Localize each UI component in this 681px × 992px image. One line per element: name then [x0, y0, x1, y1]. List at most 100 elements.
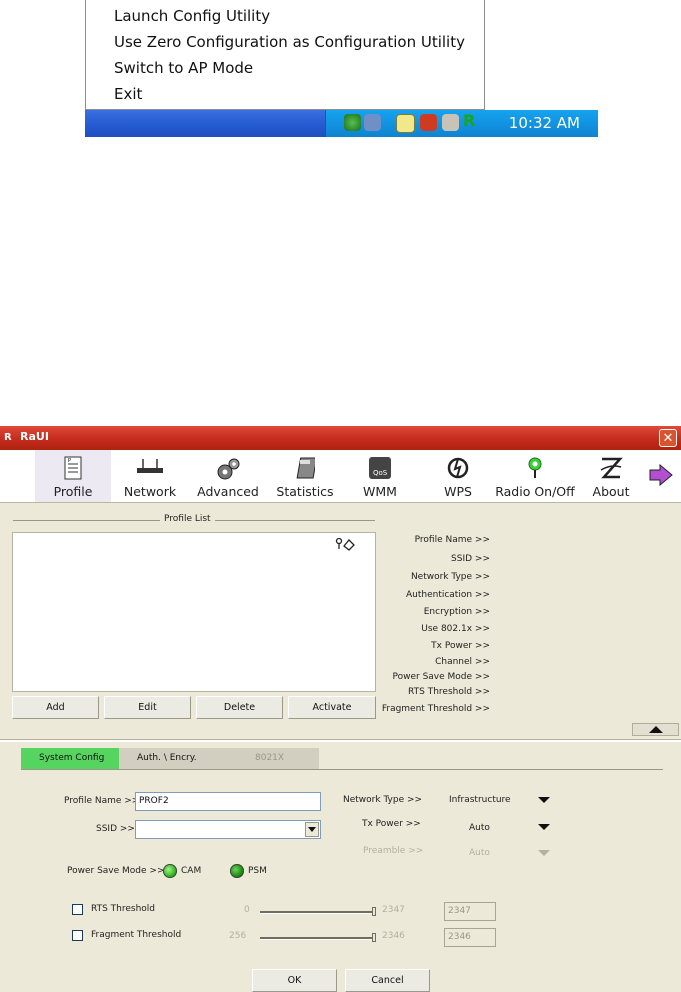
power-save-mode-label: Power Save Mode >> — [67, 866, 165, 876]
ralink-icon[interactable]: R — [463, 113, 480, 130]
fragment-threshold-checkbox[interactable] — [72, 930, 83, 941]
title-bar[interactable]: R RaUI ✕ — [0, 426, 681, 450]
network-type-label: Network Type >> — [343, 795, 423, 805]
ssid-combobox[interactable] — [135, 820, 321, 839]
tab-radio[interactable]: Radio On/Off — [495, 450, 575, 502]
tx-power-value[interactable]: Auto — [469, 823, 490, 833]
radio-psm[interactable] — [230, 864, 244, 878]
profile-name-field[interactable]: PROF2 — [135, 792, 321, 811]
radio-cam-label: CAM — [181, 866, 202, 876]
tab-advanced[interactable]: Advanced — [195, 450, 261, 502]
collapse-button[interactable] — [632, 723, 679, 736]
svg-text:P: P — [68, 458, 71, 464]
delete-button[interactable]: Delete — [196, 696, 283, 719]
tab-wps-label: WPS — [444, 484, 472, 499]
rts-value-field[interactable]: 2347 — [444, 902, 496, 921]
network-icon[interactable] — [344, 114, 361, 131]
arrow-right-icon — [649, 464, 673, 486]
tab-auth-encry[interactable]: Auth. \ Encry. — [119, 748, 219, 769]
profile-status-icon — [335, 537, 355, 551]
tab-statistics-label: Statistics — [276, 484, 334, 499]
profile-icon: P — [64, 456, 82, 480]
rts-threshold-checkbox[interactable] — [72, 904, 83, 915]
radio-psm-label: PSM — [248, 866, 267, 876]
display-icon[interactable] — [364, 114, 381, 131]
info-rts-threshold: RTS Threshold >> — [408, 687, 490, 697]
tab-underline — [21, 769, 663, 770]
menu-item-exit[interactable]: Exit — [114, 85, 142, 103]
tab-about-label: About — [592, 484, 630, 499]
profile-name-label: Profile Name >> — [64, 796, 140, 806]
profile-list[interactable] — [12, 532, 376, 692]
info-encryption: Encryption >> — [423, 607, 490, 617]
info-profile-name: Profile Name >> — [414, 535, 490, 545]
speaker-icon[interactable] — [420, 114, 437, 131]
radio-cam[interactable] — [163, 864, 177, 878]
calculator-icon — [296, 457, 315, 479]
info-authentication: Authentication >> — [405, 590, 490, 600]
profile-list-title: Profile List — [160, 514, 215, 524]
rts-max: 2347 — [382, 905, 405, 915]
tx-power-dropdown-icon[interactable] — [538, 824, 550, 830]
tab-wps[interactable]: WPS — [428, 450, 488, 502]
preamble-value: Auto — [469, 848, 490, 858]
menu-item-launch-config[interactable]: Launch Config Utility — [114, 7, 270, 25]
rts-min: 0 — [244, 905, 250, 915]
rts-threshold-label: RTS Threshold — [91, 904, 156, 914]
wps-icon — [447, 457, 469, 479]
shield-icon[interactable] — [396, 114, 415, 133]
about-icon — [600, 457, 623, 479]
radio-antenna-icon — [528, 457, 542, 478]
preamble-dropdown-icon — [538, 850, 550, 856]
svg-text:QoS: QoS — [373, 469, 388, 477]
fragment-min: 256 — [229, 931, 247, 941]
tab-network[interactable]: Network — [118, 450, 182, 502]
add-button[interactable]: Add — [12, 696, 99, 719]
next-arrow-button[interactable] — [646, 450, 676, 502]
info-power-save-mode: Power Save Mode >> — [392, 672, 491, 682]
tab-profile-label: Profile — [53, 484, 93, 499]
tray-screenshot: R 10:32 AM Launch Config Utility Use Zer… — [85, 0, 598, 137]
section-divider — [0, 739, 681, 742]
tab-system-config[interactable]: System Config — [21, 748, 119, 769]
info-tx-power: Tx Power >> — [431, 641, 490, 651]
router-icon — [137, 459, 163, 473]
tab-profile[interactable]: P Profile — [35, 450, 111, 502]
activate-button[interactable]: Activate — [288, 696, 376, 719]
tx-power-label: Tx Power >> — [362, 819, 421, 829]
clock: 10:32 AM — [508, 114, 580, 132]
info-network-type: Network Type >> — [410, 572, 490, 582]
fragment-slider-track[interactable] — [260, 937, 374, 940]
ssid-label: SSID >> — [96, 824, 135, 834]
app-logo-icon: R — [4, 432, 12, 443]
ok-button[interactable]: OK — [252, 969, 337, 992]
menu-item-zero-config[interactable]: Use Zero Configuration as Configuration … — [114, 33, 465, 51]
chevron-down-icon — [308, 827, 316, 832]
network-type-dropdown-icon[interactable] — [538, 797, 550, 803]
fragment-max: 2346 — [382, 931, 405, 941]
tool-icon[interactable] — [442, 114, 459, 131]
taskbar — [85, 110, 328, 137]
info-fragment-threshold: Fragment Threshold >> — [381, 704, 490, 714]
cancel-button[interactable]: Cancel — [345, 969, 430, 992]
ssid-dropdown-button[interactable] — [305, 822, 319, 837]
tab-statistics[interactable]: Statistics — [273, 450, 337, 502]
fragment-slider-thumb[interactable] — [372, 933, 376, 942]
tab-about[interactable]: About — [584, 450, 638, 502]
menu-item-ap-mode[interactable]: Switch to AP Mode — [114, 59, 253, 77]
tab-wmm[interactable]: QoS WMM — [350, 450, 410, 502]
edit-button[interactable]: Edit — [104, 696, 191, 719]
info-channel: Channel >> — [435, 657, 490, 667]
preamble-label: Preamble >> — [363, 846, 424, 856]
toolbar: P Profile Network Advanced Statistics Qo… — [0, 450, 681, 503]
info-use-8021x: Use 802.1x >> — [421, 624, 490, 634]
rts-slider-thumb[interactable] — [372, 907, 376, 916]
qos-icon: QoS — [369, 457, 391, 479]
fragment-value-field[interactable]: 2346 — [444, 928, 496, 947]
window-title: RaUI — [20, 430, 49, 443]
rts-slider-track[interactable] — [260, 911, 374, 914]
tab-8021x[interactable]: 8021X — [219, 748, 319, 769]
tab-wmm-label: WMM — [363, 484, 397, 499]
close-button[interactable]: ✕ — [659, 429, 677, 447]
network-type-value[interactable]: Infrastructure — [449, 795, 511, 805]
